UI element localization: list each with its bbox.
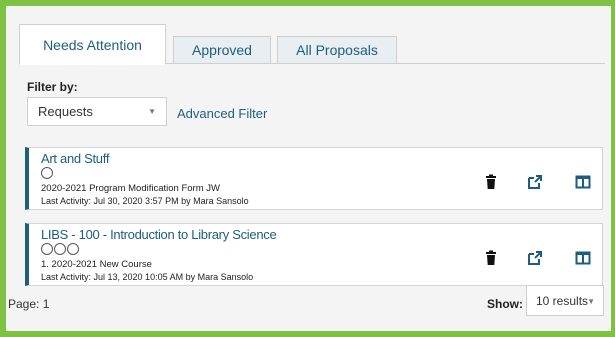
filter-select[interactable]: Requests ▼ <box>27 97 167 126</box>
status-circle-icon <box>41 243 53 255</box>
chevron-down-icon: ▼ <box>587 297 595 306</box>
split-view-icon[interactable] <box>575 174 591 190</box>
results-per-page-select[interactable]: 10 results ▼ <box>526 285 604 316</box>
trash-icon[interactable] <box>483 250 499 266</box>
proposal-last-activity: Last Activity: Jul 13, 2020 10:05 AM by … <box>41 272 254 282</box>
workflow-status-circles <box>41 243 79 255</box>
status-circle-icon <box>54 243 66 255</box>
proposal-last-activity: Last Activity: Jul 30, 2020 3:57 PM by M… <box>41 196 249 206</box>
workflow-status-circles <box>41 167 53 179</box>
proposal-actions <box>472 174 602 190</box>
proposal-title[interactable]: Art and Stuff <box>41 151 109 166</box>
tab-bar: Needs Attention Approved All Proposals <box>19 24 605 65</box>
proposals-panel: Needs Attention Approved All Proposals F… <box>19 13 605 313</box>
proposal-card[interactable]: LIBS - 100 - Introduction to Library Sci… <box>25 223 603 286</box>
filter-label: Filter by: <box>27 80 78 94</box>
proposal-subtitle: 1. 2020-2021 New Course <box>41 259 152 270</box>
proposal-title[interactable]: LIBS - 100 - Introduction to Library Sci… <box>41 227 277 242</box>
advanced-filter-link[interactable]: Advanced Filter <box>177 106 267 121</box>
page-indicator: Page: 1 <box>8 297 50 311</box>
status-circle-icon <box>41 167 53 179</box>
proposal-card[interactable]: Art and Stuff 2020-2021 Program Modifica… <box>25 147 603 210</box>
show-label: Show: <box>487 297 523 311</box>
proposal-subtitle: 2020-2021 Program Modification Form JW <box>41 183 220 194</box>
results-per-page-value: 10 results <box>536 293 589 308</box>
proposal-actions <box>472 250 602 266</box>
tab-needs-attention[interactable]: Needs Attention <box>19 24 166 65</box>
chevron-down-icon: ▼ <box>148 107 156 116</box>
external-link-icon[interactable] <box>527 250 543 266</box>
trash-icon[interactable] <box>483 174 499 190</box>
split-view-icon[interactable] <box>575 250 591 266</box>
external-link-icon[interactable] <box>527 174 543 190</box>
filter-select-value: Requests <box>38 104 93 119</box>
tab-all-proposals[interactable]: All Proposals <box>277 36 397 64</box>
tab-approved[interactable]: Approved <box>173 36 271 64</box>
status-circle-icon <box>67 243 79 255</box>
